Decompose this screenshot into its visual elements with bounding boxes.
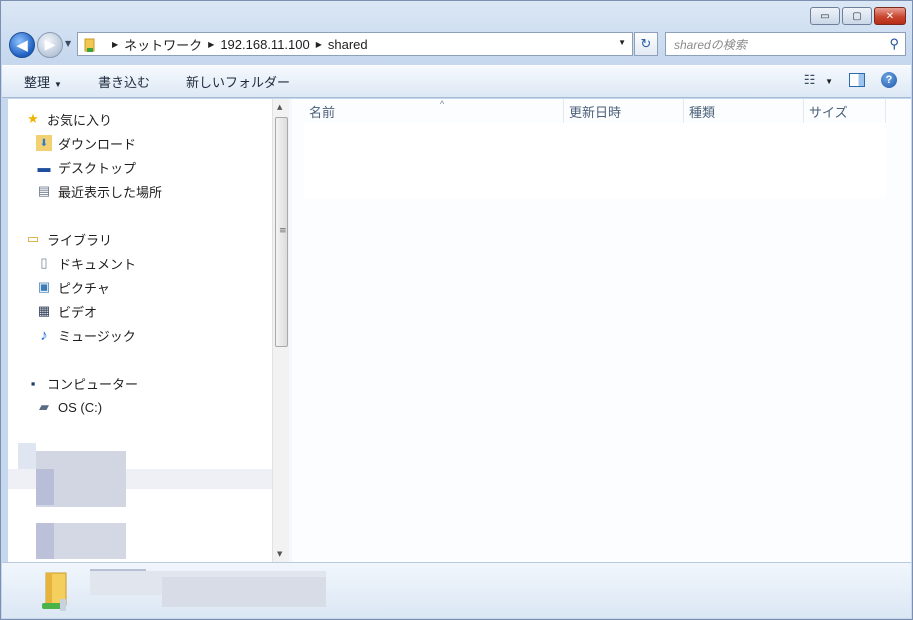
maximize-button[interactable]: ▢ (842, 7, 872, 25)
network-folder-icon (42, 569, 72, 611)
computer-icon: ▪ (30, 375, 36, 391)
nav-item-label: ビデオ (58, 304, 98, 320)
change-view-button[interactable]: ☷ ▼ (804, 72, 833, 88)
video-icon: ▦ (37, 303, 51, 318)
network-folder-icon (84, 37, 96, 52)
organize-button[interactable]: 整理 ▼ (2, 72, 76, 91)
nav-item-label: ダウンロード (58, 136, 137, 152)
nav-pane-scrollbar[interactable]: ▲ ≡ ▼ (272, 99, 289, 562)
nav-item-label: デスクトップ (58, 160, 137, 176)
scroll-up-icon[interactable]: ▲ (277, 103, 282, 111)
nav-computer-label: コンピューター (47, 376, 139, 392)
redacted-block (36, 469, 54, 505)
drive-icon: ▰ (39, 399, 49, 414)
recent-places-icon: ▤ (37, 183, 51, 198)
breadcrumb-network[interactable]: ネットワーク (124, 35, 202, 54)
refresh-icon: ↻ (640, 36, 652, 52)
explorer-window: ▭ ▢ ✕ ◀ ▶ ▼ ▶ ネットワーク ▶ 192.168.11.100 ▶ … (0, 0, 913, 620)
library-icon: ▭ (26, 231, 40, 246)
refresh-button[interactable]: ↻ (634, 32, 658, 56)
nav-item-label: ピクチャ (58, 280, 110, 296)
search-placeholder: sharedの検索 (674, 37, 747, 52)
file-list-pane[interactable]: ^ 名前 更新日時 種類 サイズ (292, 99, 911, 562)
nav-item-label: OS (C:) (58, 399, 103, 415)
music-icon: ♪ (40, 326, 48, 344)
download-folder-icon: ⬇ (36, 135, 52, 151)
nav-item-videos[interactable]: ▦ ビデオ (36, 301, 97, 321)
breadcrumb-separator[interactable]: ▶ (316, 40, 322, 49)
nav-computer[interactable]: ▪ コンピューター (25, 373, 138, 393)
nav-item-drive-c[interactable]: ▰ OS (C:) (36, 397, 102, 417)
redacted-block (36, 523, 54, 559)
nav-item-desktop[interactable]: ▬ デスクトップ (36, 157, 137, 177)
command-bar: 整理 ▼ 書き込む 新しいフォルダー ☷ ▼ ? (2, 65, 911, 98)
redacted-block (18, 443, 36, 469)
nav-item-recent-places[interactable]: ▤ 最近表示した場所 (36, 181, 162, 201)
nav-item-label: 最近表示した場所 (58, 184, 163, 200)
help-icon[interactable]: ? (881, 72, 897, 88)
address-dropdown[interactable]: ▼ (618, 38, 626, 47)
address-bar[interactable]: ▶ ネットワーク ▶ 192.168.11.100 ▶ shared ▼ (77, 32, 633, 56)
column-headers: ^ 名前 更新日時 種類 サイズ (304, 99, 886, 123)
chevron-down-icon: ▼ (54, 80, 62, 89)
document-icon: ▯ (40, 255, 48, 270)
scroll-thumb[interactable]: ≡ (275, 117, 288, 347)
command-bar-right: ☷ ▼ ? (804, 72, 897, 88)
empty-file-list[interactable] (304, 123, 886, 199)
nav-item-documents[interactable]: ▯ ドキュメント (36, 253, 136, 273)
breadcrumb-separator[interactable]: ▶ (208, 40, 214, 49)
nav-favorites-label: お気に入り (47, 112, 113, 128)
preview-pane-icon[interactable] (849, 73, 865, 87)
column-header-type[interactable]: 種類 (684, 99, 804, 123)
burn-button[interactable]: 書き込む (76, 72, 164, 91)
new-folder-button[interactable]: 新しいフォルダー (164, 72, 304, 91)
nav-item-pictures[interactable]: ▣ ピクチャ (36, 277, 110, 297)
search-input[interactable]: sharedの検索 ⚲ (665, 32, 906, 56)
minimize-button[interactable]: ▭ (810, 7, 840, 25)
column-header-modified[interactable]: 更新日時 (564, 99, 684, 123)
recent-pages-dropdown[interactable]: ▼ (65, 39, 71, 48)
nav-favorites[interactable]: ★ お気に入り (25, 109, 112, 129)
breadcrumb-host[interactable]: 192.168.11.100 (220, 37, 309, 52)
nav-item-label: ドキュメント (58, 256, 137, 272)
nav-libraries[interactable]: ▭ ライブラリ (25, 229, 112, 249)
caption-buttons: ▭ ▢ ✕ (810, 7, 906, 25)
nav-libraries-label: ライブラリ (47, 232, 113, 248)
navigation-pane: ★ お気に入り ⬇ ダウンロード ▬ デスクトップ ▤ 最近表示した場所 ▭ ラ… (8, 99, 272, 562)
breadcrumb-separator[interactable]: ▶ (112, 40, 118, 49)
search-icon[interactable]: ⚲ (889, 36, 899, 52)
nav-item-music[interactable]: ♪ ミュージック (36, 325, 136, 345)
column-header-size[interactable]: サイズ (804, 99, 886, 123)
grip-icon: ≡ (279, 226, 287, 236)
column-header-name[interactable]: 名前 (304, 99, 564, 123)
details-pane (2, 562, 911, 618)
forward-button[interactable]: ▶ (37, 32, 63, 58)
breadcrumb-shared[interactable]: shared (328, 37, 368, 52)
views-icon: ☷ (803, 72, 816, 87)
nav-item-label: ミュージック (58, 328, 136, 344)
chevron-down-icon: ▼ (825, 77, 833, 86)
back-button[interactable]: ◀ (9, 32, 35, 58)
nav-item-downloads[interactable]: ⬇ ダウンロード (36, 133, 136, 153)
scroll-down-icon[interactable]: ▼ (277, 550, 282, 558)
star-icon: ★ (27, 111, 39, 126)
redacted-text (162, 577, 326, 607)
desktop-icon: ▬ (37, 159, 51, 175)
organize-label: 整理 (24, 75, 51, 90)
picture-icon: ▣ (37, 279, 51, 294)
close-button[interactable]: ✕ (874, 7, 906, 25)
